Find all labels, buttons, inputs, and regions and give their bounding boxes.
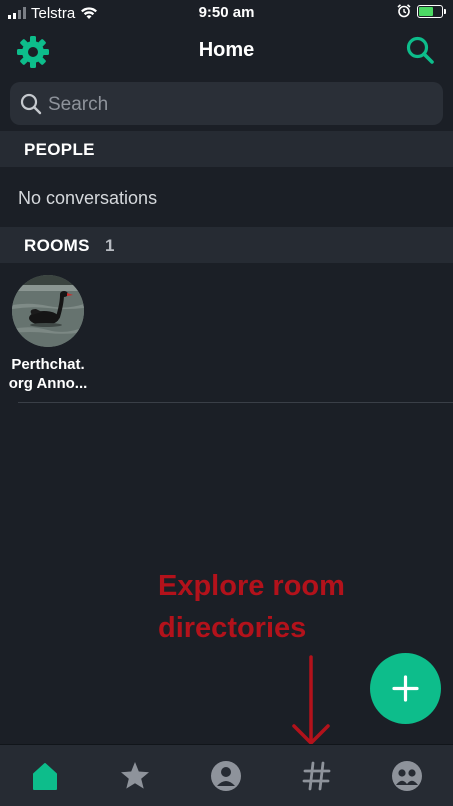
battery-icon [417, 4, 446, 18]
search-field-icon [20, 93, 42, 115]
room-avatar [12, 275, 84, 347]
people-section-header[interactable]: PEOPLE [0, 131, 453, 167]
people-section-label: PEOPLE [24, 140, 95, 159]
page-title: Home [198, 39, 255, 61]
search-icon[interactable] [405, 35, 435, 65]
room-name-line-1: Perthchat. [11, 356, 85, 373]
room-name-line-2: org Anno... [8, 375, 88, 392]
alarm-icon [397, 4, 411, 18]
app-header: Home [0, 26, 453, 76]
search-input[interactable] [46, 82, 430, 127]
star-icon[interactable] [118, 759, 152, 793]
black-swan-photo [12, 275, 84, 347]
annotation-line-2: directories [158, 612, 307, 644]
hashtag-icon[interactable] [300, 759, 334, 793]
annotation-line-1: Explore room [158, 570, 345, 602]
bottom-tab-bar [0, 744, 453, 806]
groups-icon[interactable] [390, 759, 424, 793]
rooms-divider [18, 402, 453, 403]
rooms-section-label: ROOMS [24, 236, 90, 255]
arrow-down-icon [292, 655, 330, 745]
plus-icon [392, 675, 419, 702]
people-empty-state: No conversations [0, 167, 453, 227]
search-bar[interactable] [10, 82, 443, 127]
annotation-text: Explore room directories [158, 565, 398, 649]
create-room-button[interactable] [370, 653, 441, 724]
rooms-count-badge: 1 [105, 236, 115, 255]
status-right-group [397, 4, 446, 18]
rooms-section-header[interactable]: ROOMS 1 [0, 227, 453, 263]
home-icon[interactable] [28, 759, 62, 793]
person-icon[interactable] [209, 759, 243, 793]
status-bar: Telstra 9:50 am [0, 0, 453, 26]
status-time: 9:50 am [198, 4, 255, 21]
room-name: Perthchat. org Anno... [6, 355, 90, 393]
no-conversations-text: No conversations [18, 188, 158, 208]
